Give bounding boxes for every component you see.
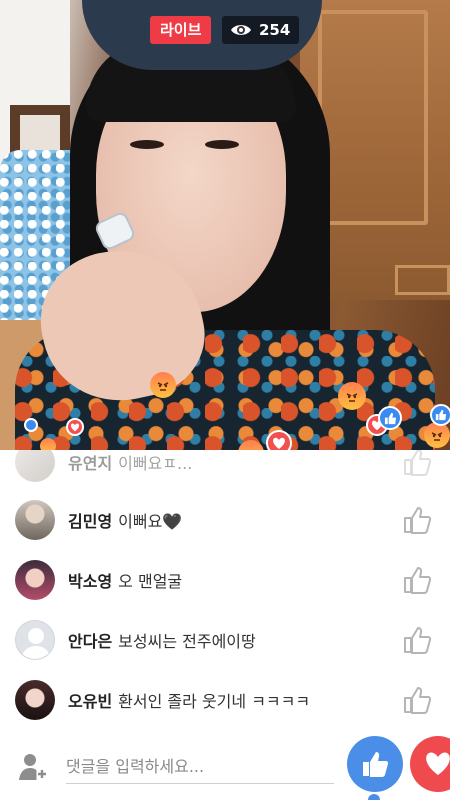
heart-icon xyxy=(426,752,450,775)
comment-item: 박소영 오 맨얼굴 xyxy=(0,550,450,610)
thumbs-up-icon xyxy=(363,752,389,777)
comment-item: 유연지 이뻐요ㅍ... xyxy=(0,450,450,492)
comment-author[interactable]: 유연지 xyxy=(68,454,112,473)
avatar[interactable] xyxy=(15,680,55,720)
angry-reaction-icon xyxy=(424,422,450,448)
comment-author[interactable]: 김민영 xyxy=(68,512,112,531)
like-reaction-icon xyxy=(378,406,402,430)
like-reaction-icon xyxy=(24,418,38,432)
comment-list[interactable]: 유연지 이뻐요ㅍ... 김민영 이뻐요🖤 박소영 오 맨얼굴 안다은 보성씨는 전주에이… xyxy=(0,450,450,736)
comment-author[interactable]: 박소영 xyxy=(68,572,112,591)
comment-text: 유연지 이뻐요ㅍ... xyxy=(68,450,192,474)
user-add-icon[interactable] xyxy=(16,750,50,784)
viewer-count: 254 xyxy=(259,21,291,39)
comment-body: 환서인 졸라 웃기네 ㅋㅋㅋㅋ xyxy=(118,692,311,711)
love-reaction-icon xyxy=(66,418,84,436)
comment-text: 박소영 오 맨얼굴 xyxy=(68,568,182,592)
comment-author[interactable]: 안다은 xyxy=(68,632,112,651)
eye-icon xyxy=(230,23,252,37)
angry-reaction-icon xyxy=(150,372,176,398)
avatar[interactable] xyxy=(15,560,55,600)
video-subject-eye xyxy=(205,140,239,149)
live-video[interactable]: 라이브 254 xyxy=(0,0,450,450)
thumbs-up-outline-icon[interactable] xyxy=(402,625,432,655)
thumbs-up-outline-icon[interactable] xyxy=(402,565,432,595)
like-indicator-dot xyxy=(368,794,380,800)
thumbs-up-outline-icon[interactable] xyxy=(402,685,432,715)
thumbs-up-outline-icon[interactable] xyxy=(402,505,432,535)
comment-body: 오 맨얼굴 xyxy=(118,572,183,591)
like-reaction-icon xyxy=(430,404,450,426)
angry-reaction-icon xyxy=(338,382,366,410)
comment-body: 보성씨는 전주에이땅 xyxy=(118,632,256,651)
comment-body: 이뻐요ㅍ... xyxy=(118,454,193,473)
avatar[interactable] xyxy=(15,500,55,540)
comment-item: 오유빈 환서인 졸라 웃기네 ㅋㅋㅋㅋ xyxy=(0,670,450,730)
thumbs-up-outline-icon[interactable] xyxy=(402,450,432,477)
comment-text: 안다은 보성씨는 전주에이땅 xyxy=(68,628,256,652)
comment-item: 김민영 이뻐요🖤 xyxy=(0,490,450,550)
like-reaction-button[interactable] xyxy=(347,736,403,792)
comment-item: 안다은 보성씨는 전주에이땅 xyxy=(0,610,450,670)
comment-text: 오유빈 환서인 졸라 웃기네 ㅋㅋㅋㅋ xyxy=(68,688,310,712)
comment-input[interactable] xyxy=(66,750,334,784)
avatar[interactable] xyxy=(15,450,55,482)
default-avatar-icon xyxy=(21,628,51,659)
comment-author[interactable]: 오유빈 xyxy=(68,692,112,711)
video-subject-eye xyxy=(130,140,164,149)
video-cabinet-panel-lower xyxy=(395,265,450,295)
viewer-count-badge: 254 xyxy=(222,16,300,44)
video-cabinet-panel xyxy=(318,10,428,225)
comment-text: 김민영 이뻐요🖤 xyxy=(68,508,182,532)
comment-body: 이뻐요🖤 xyxy=(118,512,183,531)
live-badge: 라이브 xyxy=(150,16,212,44)
avatar[interactable] xyxy=(15,620,55,660)
